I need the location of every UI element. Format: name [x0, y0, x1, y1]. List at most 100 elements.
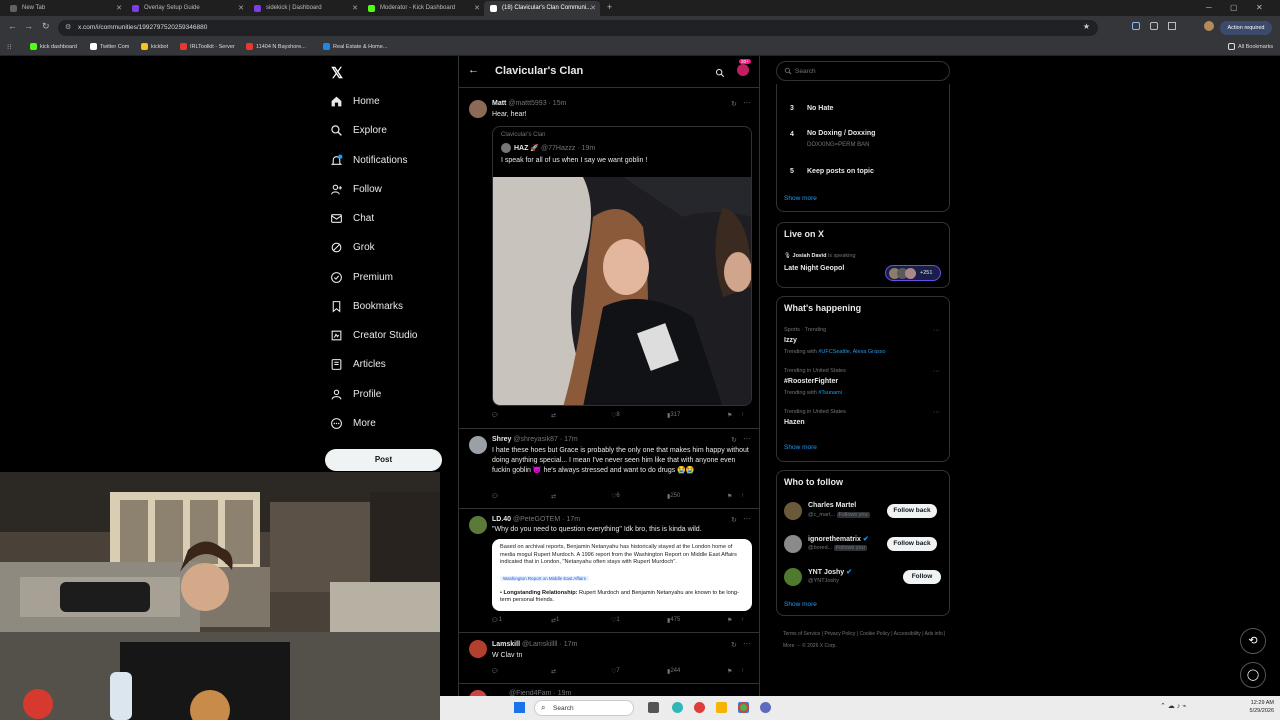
avatar[interactable]	[469, 436, 487, 454]
reload-icon[interactable]: ↻	[42, 21, 50, 32]
nav-follow[interactable]: Follow	[330, 179, 382, 199]
nav-explore[interactable]: Explore	[330, 120, 387, 140]
search-icon[interactable]	[715, 65, 725, 83]
reply-icon[interactable]: 💬︎ 1	[491, 617, 502, 624]
url-input[interactable]: ⚙ x.com/i/communities/199279752025934688…	[58, 20, 1098, 36]
bookmark-icon[interactable]: ⚑	[727, 412, 732, 419]
nav-home[interactable]: Home	[330, 91, 380, 111]
taskbar-search[interactable]: ⌕ Search	[534, 700, 634, 716]
share-icon[interactable]: ↑	[741, 668, 744, 674]
repost-icon[interactable]: ⇄	[551, 412, 556, 419]
author-name[interactable]: Matt	[492, 100, 506, 107]
avatar[interactable]	[469, 640, 487, 658]
nav-premium[interactable]: Premium	[330, 267, 393, 287]
nav-notifications[interactable]: Notifications	[330, 150, 407, 170]
system-tray-icon[interactable]: ⌃ ☁ ♪ ⌁	[1160, 702, 1186, 710]
nav-articles[interactable]: Articles	[330, 354, 386, 374]
more-options-icon[interactable]: ···	[933, 409, 940, 416]
community-avatar[interactable]	[737, 64, 749, 76]
grok-icon[interactable]: ↻	[731, 641, 737, 649]
footer-link[interactable]: Cookie Policy	[860, 631, 890, 637]
author-handle[interactable]: @PeteGOTEM · 17m	[513, 516, 580, 523]
author-name[interactable]: Lamskill	[492, 641, 520, 648]
follow-back-button[interactable]: Follow back	[887, 504, 937, 518]
space-listeners[interactable]: +251	[885, 265, 941, 281]
follow-suggestion[interactable]: ignorethematrix ✔ @bored... Follows you …	[777, 532, 949, 558]
bookmark-icon[interactable]: ⚑	[727, 617, 732, 624]
window-close-icon[interactable]: ✕	[1256, 3, 1263, 12]
action-required-button[interactable]: Action required	[1220, 21, 1272, 35]
all-bookmarks[interactable]: All Bookmarks	[1228, 43, 1273, 50]
forward-icon[interactable]: →	[24, 21, 33, 31]
browser-tab-active[interactable]: (18) Clavicular's Clan Communi... ✕	[484, 1, 600, 16]
nav-bookmarks[interactable]: Bookmarks	[330, 296, 403, 316]
author-handle[interactable]: @Lamskillll · 17m	[522, 641, 577, 648]
start-icon[interactable]	[514, 702, 525, 713]
footer-link[interactable]: Terms of Service	[783, 631, 820, 637]
browser-tab[interactable]: New Tab ✕	[4, 1, 126, 16]
back-arrow-icon[interactable]: ←	[468, 64, 479, 76]
repost-icon[interactable]: ⇄	[551, 668, 556, 675]
like-icon[interactable]: ♡ 1	[611, 617, 620, 624]
author-handle[interactable]: @mattt5993 · 15m	[508, 100, 566, 107]
rule-title[interactable]: Keep posts on topic	[807, 168, 874, 175]
x-logo-icon[interactable]: 𝕏	[331, 64, 343, 82]
more-options-icon[interactable]: ···	[743, 98, 751, 107]
extension-icon[interactable]	[1132, 22, 1140, 30]
browser-tab[interactable]: Moderator - Kick Dashboard ✕	[362, 1, 484, 16]
reply-icon[interactable]: 💬︎	[491, 412, 499, 419]
bookmark-item[interactable]: kick dashboard	[30, 43, 77, 50]
nav-profile[interactable]: Profile	[330, 384, 381, 404]
repost-icon[interactable]: ⇄ 1	[551, 617, 559, 624]
post-image[interactable]: Based on archival reports, Benjamin Neta…	[492, 539, 752, 611]
new-tab-icon[interactable]: +	[607, 2, 612, 12]
follow-suggestion[interactable]: Charles Martel @c_mart... Follows you Fo…	[777, 499, 949, 525]
rule-title[interactable]: No Doxing / Doxxing	[807, 130, 875, 137]
author-handle[interactable]: @shreyasik87 · 17m	[513, 436, 577, 443]
edge-icon[interactable]	[672, 702, 683, 713]
follow-suggestion[interactable]: YNT Joshy ✔ @YNTJoshy Follow	[777, 565, 949, 591]
browser-tab[interactable]: sidekick | Dashboard ✕	[248, 1, 362, 16]
trend-item[interactable]: Trending in United States Hazen ···	[777, 409, 949, 433]
file-explorer-icon[interactable]	[716, 702, 727, 713]
more-options-icon[interactable]: ···	[743, 434, 751, 443]
site-info-icon[interactable]: ⚙	[65, 23, 71, 31]
bookmark-item[interactable]: Real Estate & Home...	[323, 43, 387, 50]
minimize-icon[interactable]: ─	[1206, 3, 1212, 12]
bookmark-icon[interactable]: ⚑	[727, 668, 732, 675]
clock[interactable]: 12:29 AM 5/29/2026	[1232, 699, 1274, 715]
bookmark-item[interactable]: Twitter Com	[90, 43, 129, 50]
bookmark-icon[interactable]: ⚑	[727, 493, 732, 500]
show-more-link[interactable]: Show more	[784, 195, 817, 202]
share-icon[interactable]: ↑	[741, 617, 744, 623]
trend-item[interactable]: Sports · Trending Izzy Trending with #UF…	[777, 327, 949, 359]
profile-avatar[interactable]	[1204, 21, 1214, 31]
grok-floating-icon[interactable]: ⟲	[1240, 628, 1266, 654]
reply-icon[interactable]: 💬︎	[491, 493, 499, 500]
author-name[interactable]: LD.40	[492, 516, 511, 523]
app-icon[interactable]	[694, 702, 705, 713]
sidepanel-icon[interactable]	[1168, 22, 1176, 30]
share-icon[interactable]: ↑	[741, 412, 744, 418]
like-icon[interactable]: ♡ 6	[611, 493, 620, 500]
more-options-icon[interactable]: ···	[933, 368, 940, 375]
task-view-icon[interactable]	[648, 702, 659, 713]
avatar[interactable]	[469, 516, 487, 534]
chrome-icon[interactable]	[738, 702, 749, 713]
post-button[interactable]: Post	[325, 449, 442, 471]
footer-link[interactable]: Privacy Policy	[824, 631, 855, 637]
more-options-icon[interactable]: ···	[743, 639, 751, 648]
follow-button[interactable]: Follow	[903, 570, 941, 584]
like-icon[interactable]: ♡ 8	[611, 412, 620, 419]
close-icon[interactable]: ✕	[116, 4, 122, 12]
live-host[interactable]: 🎙︎ Josiah David is speaking	[784, 253, 856, 259]
nav-chat[interactable]: Chat	[330, 208, 374, 228]
like-icon[interactable]: ♡ 7	[611, 668, 620, 675]
quote-photo-image[interactable]	[493, 177, 752, 406]
close-icon[interactable]: ✕	[352, 4, 358, 12]
search-input[interactable]: Search	[776, 61, 950, 81]
extensions-puzzle-icon[interactable]	[1150, 22, 1158, 30]
views-icon[interactable]: ▮ 317	[667, 412, 680, 419]
browser-tab[interactable]: Overlay Setup Guide ✕	[126, 1, 248, 16]
follow-back-button[interactable]: Follow back	[887, 537, 937, 551]
